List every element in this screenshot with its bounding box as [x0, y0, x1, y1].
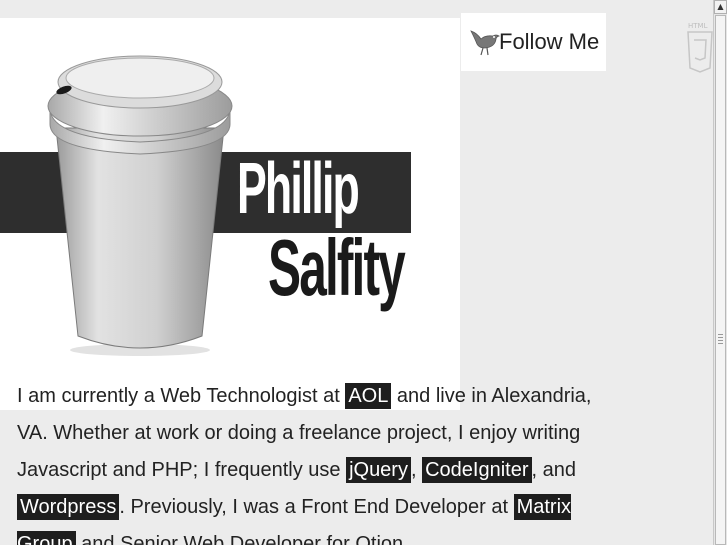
bio-text: I am currently a Web Technologist at [17, 385, 346, 407]
html5-logo-icon: HTML [687, 22, 713, 73]
bio-text: and Senior Web Developer for Otion [75, 533, 404, 545]
follow-me-label: Follow Me [499, 29, 600, 54]
coffee-cup-icon [47, 55, 233, 356]
scroll-up-arrow-icon[interactable]: ▲ [714, 0, 727, 14]
page: Phillip Salfity Follow Me HTML ▲ I am cu… [0, 0, 727, 545]
header-logo-image: Phillip Salfity [0, 18, 460, 410]
wordpress-link[interactable]: Wordpress [17, 494, 120, 520]
follow-me-link[interactable]: Follow Me [461, 13, 606, 71]
svg-text:HTML: HTML [688, 22, 708, 30]
bio-text: , and [531, 459, 576, 481]
bio-text: . Previously, I was a Front End Develope… [119, 496, 514, 518]
vertical-scrollbar[interactable]: ▲ [713, 0, 727, 545]
aol-link[interactable]: AOL [345, 383, 392, 409]
bird-icon [470, 30, 500, 56]
scrollbar-grip [718, 334, 723, 346]
bio-paragraph: I am currently a Web Technologist at AOL… [17, 378, 627, 545]
codeigniter-link[interactable]: CodeIgniter [422, 457, 532, 483]
name-last: Salfity [268, 223, 406, 312]
bio-text: , [410, 459, 423, 481]
jquery-link[interactable]: jQuery [346, 457, 411, 483]
scrollbar-thumb[interactable] [715, 15, 726, 545]
name-first: Phillip [237, 149, 360, 229]
